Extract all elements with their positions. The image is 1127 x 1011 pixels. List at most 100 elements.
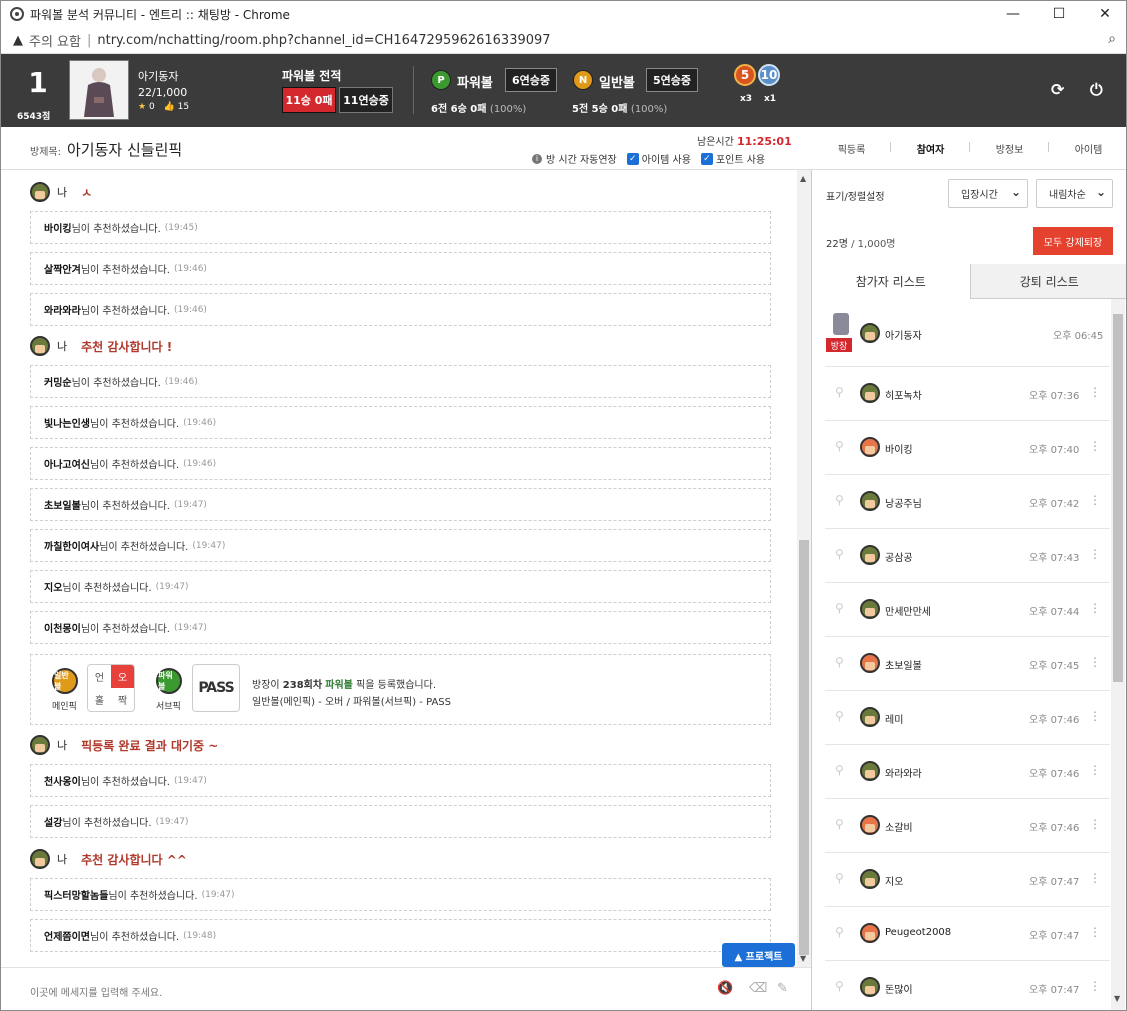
power-icon[interactable]: ⏻ (1090, 80, 1103, 100)
participant-row[interactable]: ⚲ 돈많이 오후 07:47 ⋮ (825, 961, 1110, 1010)
tab-kicked-list[interactable]: 강퇴 리스트 (970, 264, 1126, 299)
tab-participant-list[interactable]: 참가자 리스트 (812, 264, 971, 299)
remaining-time-value: 11:25:01 (737, 135, 792, 148)
me-label: 나 (57, 340, 68, 353)
more-options-icon[interactable]: ⋮ (1089, 709, 1101, 723)
title-bar: 파워볼 분석 커뮤니티 - 엔트리 :: 채팅방 - Chrome — ☐ ✕ (1, 1, 1126, 27)
message-text: 추천 감사합니다 ^^ (81, 852, 187, 867)
more-options-icon[interactable]: ⋮ (1089, 979, 1101, 993)
participant-row[interactable]: ⚲ 초보일볼 오후 07:45 ⋮ (825, 637, 1110, 691)
protect-button[interactable]: ▲ 프로젝트 (722, 943, 795, 967)
more-options-icon[interactable]: ⋮ (1089, 817, 1101, 831)
participant-scrollbar[interactable]: ▼ (1111, 299, 1125, 1010)
tab-items[interactable]: 아이템 (1049, 141, 1126, 156)
more-options-icon[interactable]: ⋮ (1089, 493, 1101, 507)
sort-order-select[interactable]: 내림차순 (1036, 179, 1113, 208)
more-options-icon[interactable]: ⋮ (1089, 655, 1101, 669)
use-item-label[interactable]: 아이템 사용 (642, 151, 691, 166)
security-status[interactable]: 주의 요함 (29, 31, 81, 50)
chat-scroll-thumb[interactable] (799, 540, 809, 955)
notice-suffix: 님이 추천하셨습니다. (90, 419, 180, 430)
recommender-name: 까칠한이여사 (44, 542, 100, 553)
eraser-icon[interactable]: ⌫ (749, 981, 767, 996)
kick-all-button[interactable]: 모두 강제퇴장 (1033, 227, 1113, 255)
participant-row[interactable]: ⚲ 레미 오후 07:46 ⋮ (825, 691, 1110, 745)
pin-icon[interactable]: ⚲ (835, 493, 844, 507)
tab-pick-register[interactable]: 픽등록 (812, 141, 891, 156)
recommend-notice: 초보일볼 님이 추천하셨습니다. (19:47) (30, 488, 771, 521)
pin-icon[interactable]: ⚲ (835, 763, 844, 777)
participant-row[interactable]: ⚲ 소갈비 오후 07:46 ⋮ (825, 799, 1110, 853)
participant-name: 아기동자 (885, 331, 922, 342)
use-point-checkbox[interactable]: ✓ (700, 152, 713, 165)
room-name: 아기동자 신들린픽 (67, 141, 183, 159)
more-options-icon[interactable]: ⋮ (1089, 601, 1101, 615)
auto-extend-label[interactable]: 방 시간 자동연장 (546, 151, 617, 166)
participant-row[interactable]: ⚲ 와라와라 오후 07:46 ⋮ (825, 745, 1110, 799)
more-options-icon[interactable]: ⋮ (1089, 871, 1101, 885)
scroll-up-arrow-icon[interactable]: ▲ (800, 174, 806, 183)
more-options-icon[interactable]: ⋮ (1089, 547, 1101, 561)
pin-icon[interactable]: ⚲ (835, 601, 844, 615)
participant-row[interactable]: ⚲ Peugeot2008 오후 07:47 ⋮ (825, 907, 1110, 961)
magic-wand-icon[interactable]: ✎ (777, 981, 788, 996)
use-point-label[interactable]: 포인트 사용 (716, 151, 765, 166)
mute-icon[interactable]: 🔇 (717, 981, 733, 996)
sort-by-select[interactable]: 입장시간 (948, 179, 1028, 208)
notice-suffix: 님이 추천하셨습니다. (80, 501, 170, 512)
minimize-button[interactable]: — (990, 1, 1036, 27)
more-options-icon[interactable]: ⋮ (1089, 763, 1101, 777)
pin-icon[interactable]: ⚲ (835, 925, 844, 939)
participant-scroll-thumb[interactable] (1113, 314, 1123, 682)
user-face-icon (860, 383, 880, 403)
pin-icon[interactable]: ⚲ (835, 979, 844, 993)
chat-scrollbar[interactable]: ▲ ▼ (797, 170, 811, 967)
recommender-name: 와라와라 (44, 306, 81, 317)
recommender-name: 살짝안겨 (44, 265, 81, 276)
new-user-face-icon (860, 653, 880, 673)
message-input[interactable]: 이곳에 메세지를 입력해 주세요. (30, 984, 162, 999)
chat-area[interactable]: 나ㅅ 바이킹 님이 추천하셨습니다. (19:45) 살짝안겨 님이 추천하셨습니다.… (1, 170, 812, 967)
pin-icon[interactable]: ⚲ (835, 709, 844, 723)
participant-name: 초보일볼 (885, 661, 922, 672)
more-options-icon[interactable]: ⋮ (1089, 439, 1101, 453)
refresh-icon[interactable]: ⟳ (1051, 80, 1064, 99)
recommend-notice: 빛나는인생 님이 추천하셨습니다. (19:46) (30, 406, 771, 439)
pin-icon[interactable]: ⚲ (835, 385, 844, 399)
participant-list[interactable]: 방장 아기동자 오후 06:45 ⚲ 히포녹차 오후 07:36 ⋮ ⚲ 바이킹… (825, 299, 1110, 1010)
participant-row[interactable]: ⚲ 바이킹 오후 07:40 ⋮ (825, 421, 1110, 475)
pin-icon[interactable]: ⚲ (835, 655, 844, 669)
more-options-icon[interactable]: ⋮ (1089, 385, 1101, 399)
participant-row[interactable]: ⚲ 히포녹차 오후 07:36 ⋮ (825, 367, 1110, 421)
warning-icon[interactable]: ▲ (13, 33, 23, 48)
scroll-down-arrow-icon[interactable]: ▼ (1114, 994, 1120, 1003)
pin-icon[interactable]: ⚲ (835, 439, 844, 453)
notice-suffix: 님이 추천하셨습니다. (99, 542, 189, 553)
use-item-checkbox[interactable]: ✓ (626, 152, 639, 165)
participant-join-time: 오후 07:46 (1029, 823, 1080, 834)
powerball-summary: 6전 6승 0패 (100%) (431, 100, 526, 115)
address-bar[interactable]: ▲ 주의 요함 | ntry.com/nchatting/room.php?ch… (1, 27, 1126, 54)
pin-icon[interactable]: ⚲ (835, 817, 844, 831)
notice-time: (19:46) (164, 376, 198, 387)
window-controls: — ☐ ✕ (990, 1, 1126, 27)
maximize-button[interactable]: ☐ (1036, 1, 1082, 27)
zoom-icon[interactable]: ⌕ (1108, 31, 1116, 47)
participant-row[interactable]: ⚲ 공삼공 오후 07:43 ⋮ (825, 529, 1110, 583)
participant-row[interactable]: ⚲ 낭공주님 오후 07:42 ⋮ (825, 475, 1110, 529)
pick-game: 파워볼 (325, 680, 353, 691)
participant-join-time: 오후 07:46 (1029, 769, 1080, 780)
notice-time: (19:47) (173, 622, 207, 633)
tab-participants[interactable]: 참여자 (891, 141, 970, 156)
participant-row[interactable]: ⚲ 만세만만세 오후 07:44 ⋮ (825, 583, 1110, 637)
close-window-button[interactable]: ✕ (1082, 1, 1126, 27)
pin-icon[interactable]: ⚲ (835, 547, 844, 561)
user-face-icon (860, 545, 880, 565)
participant-row[interactable]: 방장 아기동자 오후 06:45 (825, 299, 1110, 367)
scroll-down-arrow-icon[interactable]: ▼ (800, 954, 806, 963)
tab-room-info[interactable]: 방정보 (970, 141, 1049, 156)
more-options-icon[interactable]: ⋮ (1089, 925, 1101, 939)
participant-row[interactable]: ⚲ 지오 오후 07:47 ⋮ (825, 853, 1110, 907)
url-text[interactable]: ntry.com/nchatting/room.php?channel_id=C… (97, 33, 550, 48)
pin-icon[interactable]: ⚲ (835, 871, 844, 885)
